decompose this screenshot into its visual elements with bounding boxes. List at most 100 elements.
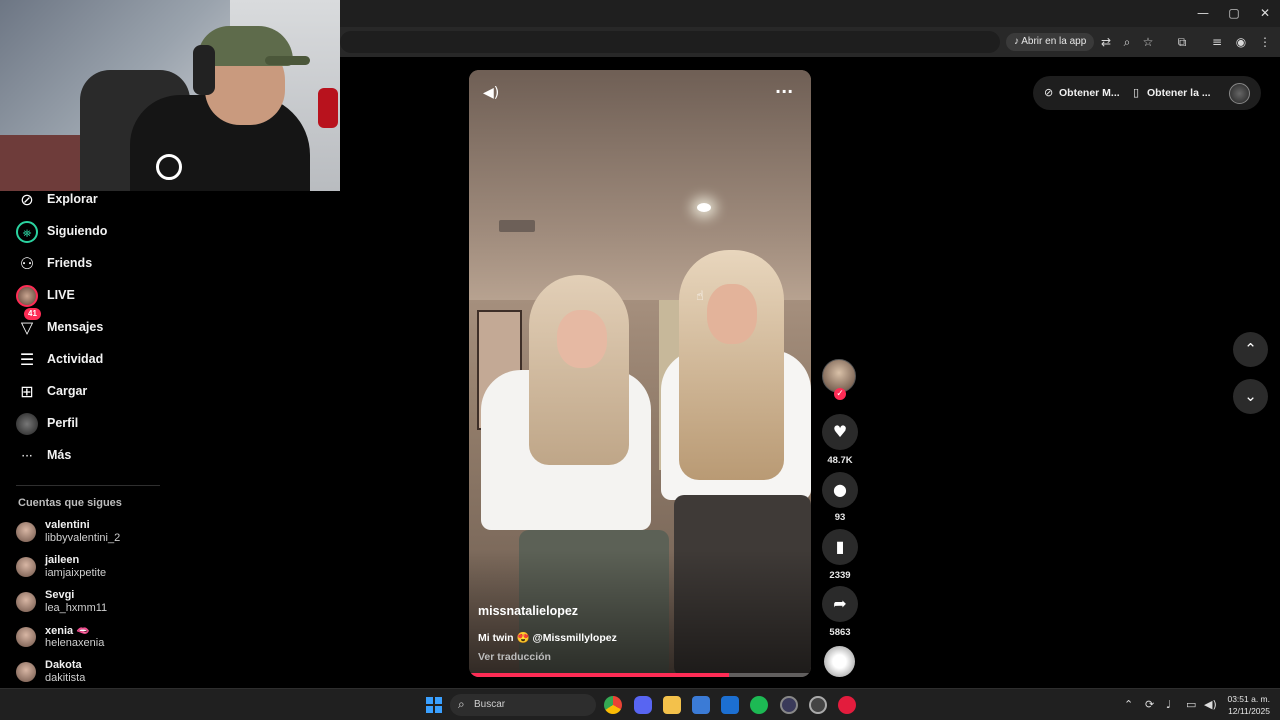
nav-label: Friends	[47, 256, 93, 270]
activity-icon: ☰	[19, 350, 35, 369]
volume-icon[interactable]: ◀)	[483, 84, 501, 102]
address-bar[interactable]	[340, 31, 1000, 53]
video-player[interactable]: ◀) ··· missnatalielopez Mi twin 😍 @Missm…	[469, 70, 811, 677]
share-button[interactable]: ➦	[822, 586, 858, 622]
nav-item-explorar[interactable]: ⊘ Explorar	[0, 185, 170, 215]
save-button[interactable]: ▮	[822, 529, 858, 565]
webcam-microphone	[318, 88, 338, 128]
see-translation-link[interactable]: Ver traducción	[478, 651, 551, 663]
zoom-icon[interactable]: ⌕	[1119, 34, 1135, 50]
account-name: Dakota	[45, 659, 82, 671]
video-person-left-hair	[529, 275, 629, 465]
steam-icon[interactable]	[809, 696, 827, 714]
chevron-up-icon: ⌃	[1244, 340, 1257, 358]
nav-label: Más	[47, 448, 72, 462]
friends-icon: ⚇	[19, 254, 35, 273]
open-in-app-button[interactable]: ♪ Abrir en la app	[1006, 33, 1095, 51]
profile-avatar-icon	[16, 413, 38, 435]
music-disc-icon[interactable]	[824, 646, 855, 677]
chevron-down-icon: ⌄	[1244, 387, 1257, 405]
clock-date: 12/11/2025	[1228, 706, 1270, 716]
nav-label: Perfil	[47, 416, 79, 430]
network-icon[interactable]: ▭	[1186, 698, 1196, 711]
upload-icon: ⊞	[20, 382, 34, 401]
chrome-icon[interactable]	[604, 696, 622, 714]
nav-item-mas[interactable]: ··· Más	[0, 441, 170, 471]
controller-app-icon[interactable]	[780, 696, 798, 714]
store-icon[interactable]	[692, 696, 710, 714]
tray-chevron-up-icon[interactable]: ⌃	[1124, 698, 1133, 711]
taskbar-search[interactable]: ⌕ Buscar	[450, 694, 596, 716]
discord-icon[interactable]	[634, 696, 652, 714]
translate-icon[interactable]: ⇄	[1098, 34, 1114, 50]
get-coins-button[interactable]: Obtener M...	[1059, 87, 1120, 99]
following-account[interactable]: xenia 🫦 helenaxenia	[16, 624, 166, 654]
search-icon: ⌕	[458, 697, 465, 711]
following-account[interactable]: Dakota dakitista	[16, 659, 166, 689]
save-count: 2339	[829, 570, 851, 581]
nav-item-friends[interactable]: ⚇ Friends	[0, 249, 170, 279]
media-control-icon[interactable]: ≡	[1209, 34, 1225, 50]
mail-icon[interactable]	[721, 696, 739, 714]
minimize-button[interactable]: —	[1188, 4, 1218, 22]
next-video-button[interactable]: ⌄	[1233, 379, 1268, 414]
more-options-icon[interactable]: ···	[775, 82, 793, 101]
video-progress-fill	[469, 673, 729, 677]
file-explorer-icon[interactable]	[663, 696, 681, 714]
nav-item-perfil[interactable]: Perfil	[0, 409, 170, 439]
account-name: jaileen	[45, 554, 80, 566]
avatar	[16, 592, 36, 612]
following-account[interactable]: valentini libbyvalentini_2	[16, 519, 166, 549]
nav-label: Siguiendo	[47, 224, 108, 238]
nav-item-mensajes[interactable]: ▽ 41 Mensajes	[0, 308, 170, 343]
get-app-button[interactable]: Obtener la ...	[1147, 87, 1211, 99]
nav-item-actividad[interactable]: ☰ Actividad	[0, 345, 170, 375]
taskbar-clock[interactable]: 03:51 a. m. 12/11/2025	[1224, 693, 1270, 717]
red-app-icon[interactable]	[838, 696, 856, 714]
tray-app-icon[interactable]: ⟳	[1145, 698, 1154, 711]
phone-icon: ▯	[1133, 86, 1140, 99]
following-account[interactable]: Sevgi lea_hxmm11	[16, 589, 166, 619]
video-scene-light	[697, 203, 711, 212]
follow-check-icon[interactable]: ✓	[834, 388, 846, 400]
following-account[interactable]: jaileen iamjaixpetite	[16, 554, 166, 584]
maximize-button[interactable]: ▢	[1219, 4, 1249, 22]
windows-start-icon[interactable]	[426, 697, 442, 713]
live-avatar-icon	[16, 285, 38, 307]
messages-badge: 41	[24, 308, 41, 320]
nav-label: Mensajes	[47, 320, 104, 334]
close-window-button[interactable]: ✕	[1250, 4, 1280, 22]
bookmark-star-icon[interactable]: ☆	[1140, 34, 1156, 50]
bookmark-icon: ▮	[835, 537, 845, 556]
video-author[interactable]: missnatalielopez	[478, 604, 578, 618]
nav-item-siguiendo[interactable]: ⛯ Siguiendo	[0, 217, 170, 247]
account-handle: libbyvalentini_2	[45, 532, 121, 544]
mouse-cursor-icon: ☝	[696, 289, 704, 304]
sidebar-divider	[16, 485, 160, 486]
share-icon: ➦	[833, 594, 847, 613]
menu-kebab-icon[interactable]: ⋮	[1257, 34, 1273, 50]
video-progress-bar[interactable]	[469, 673, 811, 677]
video-person-left-face	[557, 310, 607, 368]
nav-item-cargar[interactable]: ⊞ Cargar	[0, 377, 170, 407]
video-scene-vent	[499, 220, 535, 232]
like-button[interactable]: ♥	[822, 414, 858, 450]
comment-button[interactable]: ●	[822, 472, 858, 508]
account-handle: helenaxenia	[45, 637, 105, 649]
compass-icon: ⊘	[20, 190, 34, 209]
comment-icon: ●	[833, 480, 847, 499]
spotify-icon[interactable]	[750, 696, 768, 714]
user-avatar[interactable]	[1229, 83, 1250, 104]
profile-icon[interactable]: ◉	[1233, 34, 1249, 50]
nav-label: Cargar	[47, 384, 88, 398]
top-actions-pill: ⊘ Obtener M... ▯ Obtener la ...	[1033, 76, 1261, 110]
coins-icon: ⊘	[1044, 86, 1054, 99]
microphone-icon[interactable]: ♩	[1166, 698, 1171, 711]
avatar	[16, 522, 36, 542]
shirt-logo-icon	[156, 154, 182, 180]
previous-video-button[interactable]: ⌃	[1233, 332, 1268, 367]
nav-item-live[interactable]: LIVE	[0, 281, 170, 311]
extensions-icon[interactable]: ⧉	[1174, 34, 1190, 50]
account-name: Sevgi	[45, 589, 75, 601]
speaker-icon[interactable]: ◀)	[1204, 698, 1217, 711]
